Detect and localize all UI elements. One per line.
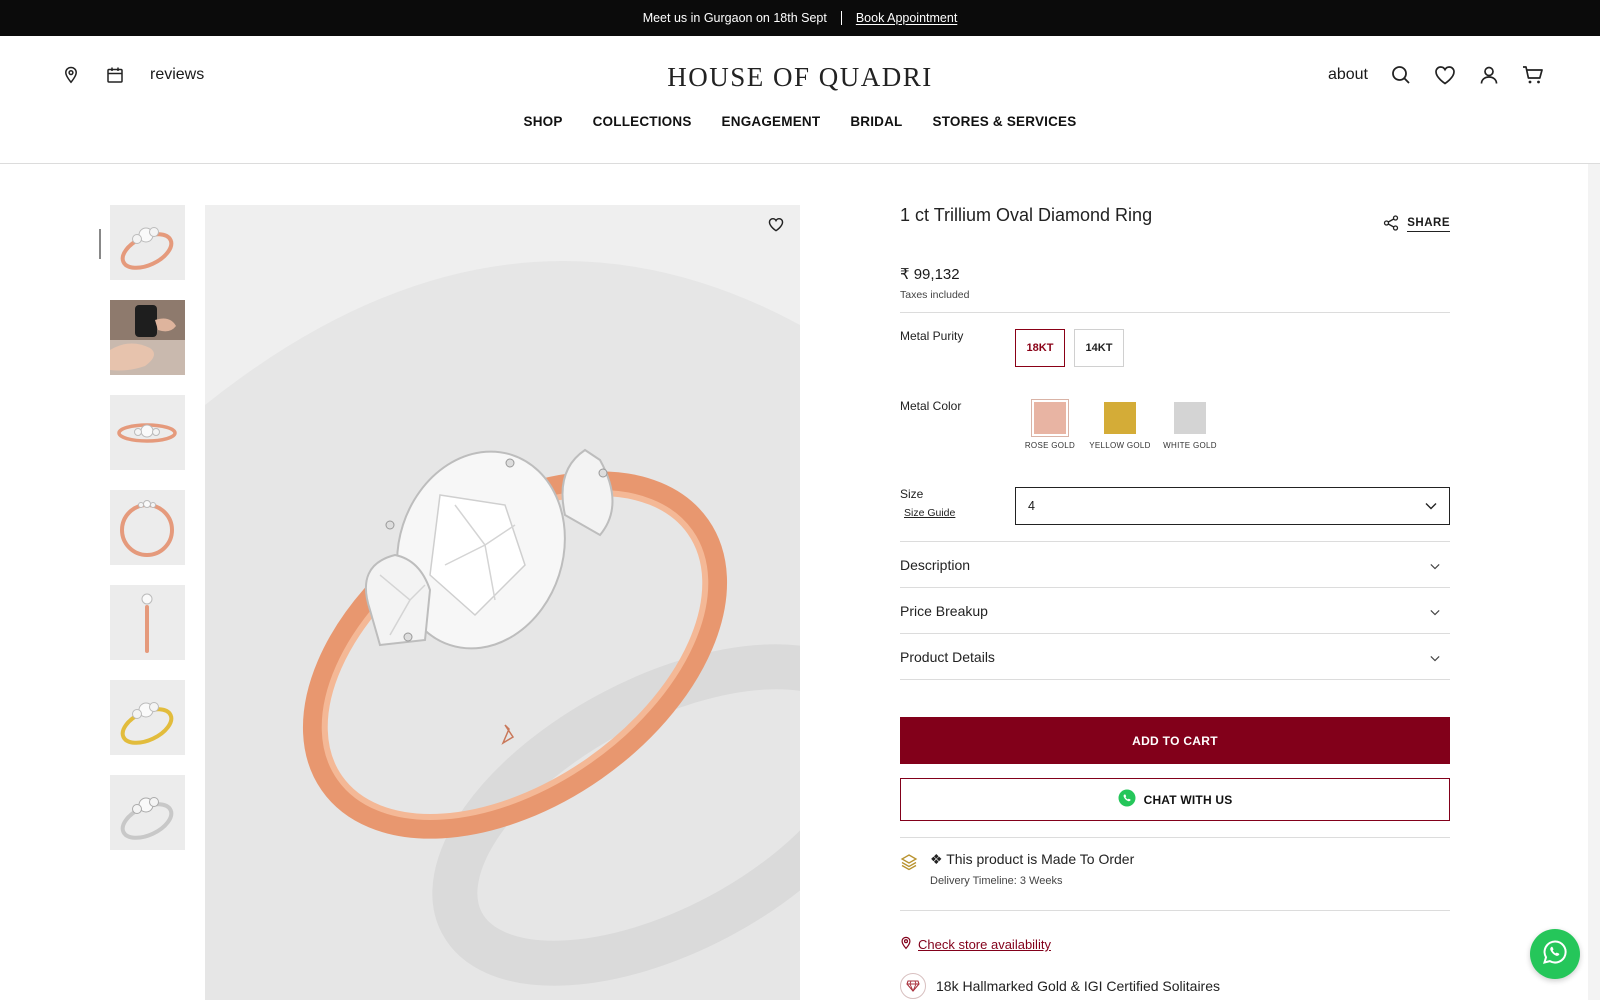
divider	[900, 679, 1450, 680]
purity-option-18kt[interactable]: 18KT	[1015, 329, 1065, 367]
nav-bridal[interactable]: BRIDAL	[850, 114, 902, 129]
delivery-timeline: Delivery Timeline: 3 Weeks	[930, 875, 1063, 887]
book-appointment-link[interactable]: Book Appointment	[856, 11, 957, 25]
product-info-panel: 1 ct Trillium Oval Diamond Ring SHARE ₹ …	[900, 205, 1450, 999]
thumbnail-active-indicator	[99, 229, 101, 259]
chat-label: CHAT WITH US	[1143, 792, 1233, 807]
metal-purity-options: 18KT 14KT	[1015, 329, 1124, 367]
header-right: about	[1328, 64, 1544, 86]
chevron-down-icon	[1430, 603, 1440, 619]
metal-color-label: Metal Color	[900, 399, 962, 413]
location-pin-icon	[900, 936, 912, 953]
announcement-divider	[840, 11, 842, 25]
product-price: ₹ 99,132	[900, 266, 960, 283]
whatsapp-icon	[1542, 939, 1568, 970]
chevron-down-icon	[1425, 499, 1437, 513]
chat-with-us-button[interactable]: CHAT WITH US	[900, 778, 1450, 821]
color-option-white-gold[interactable]: WHITE GOLD	[1155, 399, 1225, 450]
store-availability-label: Check store availability	[918, 937, 1051, 952]
certification-text: 18k Hallmarked Gold & IGI Certified Soli…	[936, 978, 1220, 994]
divider	[900, 312, 1450, 313]
announcement-text: Meet us in Gurgaon on 18th Sept	[642, 11, 827, 25]
thumbnail-list	[110, 205, 185, 870]
share-button[interactable]: SHARE	[1383, 215, 1450, 234]
certification-info: 18k Hallmarked Gold & IGI Certified Soli…	[900, 973, 1220, 999]
rose-gold-swatch	[1031, 399, 1069, 437]
page-scrollbar[interactable]	[1588, 164, 1600, 1000]
accordion-price-breakup[interactable]: Price Breakup	[900, 588, 1450, 633]
chevron-down-icon	[1430, 649, 1440, 665]
product-title: 1 ct Trillium Oval Diamond Ring	[900, 205, 1153, 225]
announcement-bar: Meet us in Gurgaon on 18th Sept Book App…	[0, 0, 1600, 36]
taxes-note: Taxes included	[900, 289, 970, 301]
size-value: 4	[1028, 499, 1035, 513]
nav-shop[interactable]: SHOP	[524, 114, 563, 129]
thumbnail-hand-with-ring[interactable]	[110, 300, 185, 375]
heart-icon[interactable]	[1434, 64, 1456, 86]
add-to-cart-button[interactable]: ADD TO CART	[900, 717, 1450, 764]
color-option-yellow-gold[interactable]: YELLOW GOLD	[1085, 399, 1155, 450]
metal-purity-label: Metal Purity	[900, 329, 964, 343]
whatsapp-floating-button[interactable]	[1530, 929, 1580, 979]
accordion-label: Product Details	[900, 648, 995, 665]
made-to-order-text: ❖ This product is Made To Order	[930, 851, 1135, 867]
user-icon[interactable]	[1478, 64, 1500, 86]
thumbnail-rose-gold-front[interactable]	[110, 205, 185, 280]
divider	[900, 837, 1450, 838]
main-product-image[interactable]	[205, 205, 800, 1000]
ring-illustration	[205, 205, 800, 1000]
about-link[interactable]: about	[1328, 66, 1368, 84]
accordion-label: Price Breakup	[900, 602, 988, 619]
color-option-rose-gold[interactable]: ROSE GOLD	[1015, 399, 1085, 450]
thumbnail-rose-gold-top[interactable]	[110, 490, 185, 565]
metal-color-options: ROSE GOLD YELLOW GOLD WHITE GOLD	[1015, 399, 1225, 450]
yellow-gold-swatch	[1101, 399, 1139, 437]
divider	[900, 910, 1450, 911]
wishlist-heart-icon[interactable]	[768, 217, 784, 237]
accordion-label: Description	[900, 556, 971, 573]
purity-option-14kt[interactable]: 14KT	[1074, 329, 1124, 367]
check-store-availability-link[interactable]: Check store availability	[900, 936, 1051, 953]
thumbnail-rose-gold-side[interactable]	[110, 395, 185, 470]
size-select[interactable]: 4	[1015, 487, 1450, 525]
share-icon	[1383, 215, 1399, 234]
site-header: reviews HOUSE OF QUADRI about SHOP COLLE…	[0, 36, 1600, 164]
chevron-down-icon	[1430, 557, 1440, 573]
accordion-product-details[interactable]: Product Details	[900, 634, 1450, 679]
white-gold-swatch	[1171, 399, 1209, 437]
nav-stores-services[interactable]: STORES & SERVICES	[933, 114, 1077, 129]
search-icon[interactable]	[1390, 64, 1412, 86]
color-label: YELLOW GOLD	[1089, 441, 1151, 450]
size-guide-link[interactable]: Size Guide	[904, 507, 955, 519]
thumbnail-white-gold-front[interactable]	[110, 775, 185, 850]
cart-icon[interactable]	[1522, 64, 1544, 86]
main-nav: SHOP COLLECTIONS ENGAGEMENT BRIDAL STORE…	[0, 114, 1600, 129]
color-label: ROSE GOLD	[1024, 441, 1076, 450]
thumbnail-yellow-gold-front[interactable]	[110, 680, 185, 755]
layers-icon	[900, 853, 918, 876]
accordion-description[interactable]: Description	[900, 542, 1450, 587]
size-label: Size	[900, 487, 924, 501]
thumbnail-rose-gold-profile[interactable]	[110, 585, 185, 660]
nav-engagement[interactable]: ENGAGEMENT	[722, 114, 821, 129]
certified-diamond-icon	[900, 973, 926, 999]
nav-collections[interactable]: COLLECTIONS	[593, 114, 692, 129]
share-label: SHARE	[1407, 217, 1450, 232]
color-label: WHITE GOLD	[1163, 441, 1217, 450]
whatsapp-icon	[1118, 789, 1136, 810]
